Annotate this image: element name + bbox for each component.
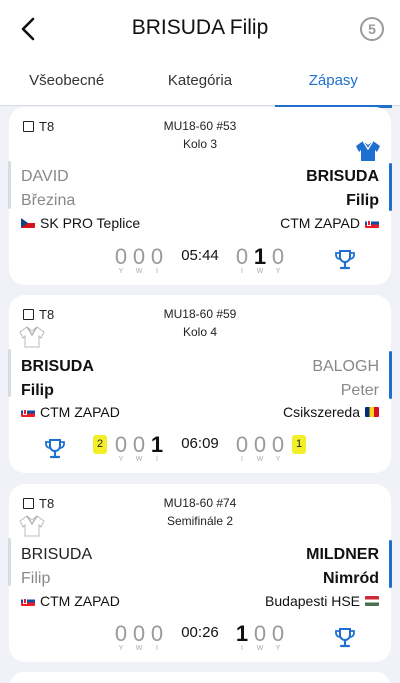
match-category: MU18-60 #53 (163, 119, 237, 133)
match-round: Semifinále 2 (166, 514, 234, 528)
app-header: BRISUDA Filip 5 (0, 0, 400, 60)
blue-judogi-icon (356, 140, 380, 161)
right-given-name: Filip (346, 192, 379, 209)
right-surname: BRISUDA (306, 168, 379, 185)
white-judogi-icon (19, 326, 45, 348)
tab-matches[interactable]: Zápasy (267, 60, 400, 108)
athlete-given-name: Filip (229, 16, 269, 39)
czech-flag-icon (21, 218, 35, 228)
left-given-name: Filip (21, 382, 54, 399)
right-given-name: Peter (340, 382, 379, 399)
right-score: 100 (235, 621, 285, 646)
tab-general[interactable]: Všeobecné (0, 60, 133, 105)
right-score: 000 (235, 432, 285, 457)
left-given-name: Filip (21, 570, 51, 587)
hungarian-flag-icon (365, 596, 379, 606)
slovak-flag-icon (21, 407, 35, 417)
trophy-icon[interactable] (334, 249, 356, 271)
match-category: MU18-60 #74 (163, 496, 237, 510)
tab-category[interactable]: Kategória (133, 60, 266, 105)
white-judogi-icon (19, 515, 45, 537)
slovak-flag-icon (365, 218, 379, 228)
page-title: BRISUDA Filip (0, 16, 400, 40)
left-surname: DAVID (21, 168, 69, 185)
score-row: 000 YWI 05:44 010 IWY (9, 245, 391, 281)
count-badge[interactable]: 5 (360, 17, 384, 41)
trophy-icon[interactable] (334, 627, 356, 649)
match-time: 06:09 (181, 435, 219, 452)
right-club: CTM ZAPAD (280, 214, 379, 232)
left-indicator (8, 349, 11, 397)
match-card[interactable]: T8 MU18-60 #59 Kolo 4 BRISUDA Filip CTM … (8, 295, 392, 473)
right-shido-badge: 1 (292, 435, 306, 454)
right-given-name: Nimród (323, 570, 379, 587)
right-club: Csikszereda (283, 403, 379, 421)
match-card-partial (9, 672, 391, 683)
left-surname: BRISUDA (21, 358, 94, 375)
match-card[interactable]: T8 MU18-60 #53 Kolo 3 DAVID Březina SK P… (8, 107, 392, 285)
left-club: CTM ZAPAD (21, 403, 120, 421)
right-score: 010 (235, 244, 285, 269)
left-club: SK PRO Teplice (21, 214, 140, 232)
left-indicator (8, 538, 11, 586)
athlete-surname: BRISUDA (131, 16, 224, 39)
match-round: Kolo 4 (182, 325, 218, 339)
right-indicator (389, 163, 392, 211)
slovak-flag-icon (21, 596, 35, 606)
left-surname: BRISUDA (21, 546, 93, 563)
romanian-flag-icon (365, 407, 379, 417)
score-row: 000 YWI 00:26 100 IWY (9, 622, 391, 658)
left-given-name: Březina (21, 192, 76, 209)
right-indicator (389, 351, 392, 399)
tab-bar: Všeobecné Kategória Zápasy (0, 60, 400, 108)
right-surname: BALOGH (312, 358, 379, 375)
match-category: MU18-60 #59 (163, 307, 237, 321)
right-surname: MILDNER (306, 546, 379, 563)
right-indicator (389, 540, 392, 588)
left-indicator (8, 161, 11, 209)
right-club: Budapesti HSE (265, 592, 379, 610)
match-round: Kolo 3 (182, 137, 218, 151)
left-club: CTM ZAPAD (21, 592, 120, 610)
score-row: 2 001 YWI 06:09 000 IWY 1 (9, 433, 391, 469)
match-card[interactable]: T8 MU18-60 #74 Semifinále 2 BRISUDA Fili… (8, 484, 392, 662)
